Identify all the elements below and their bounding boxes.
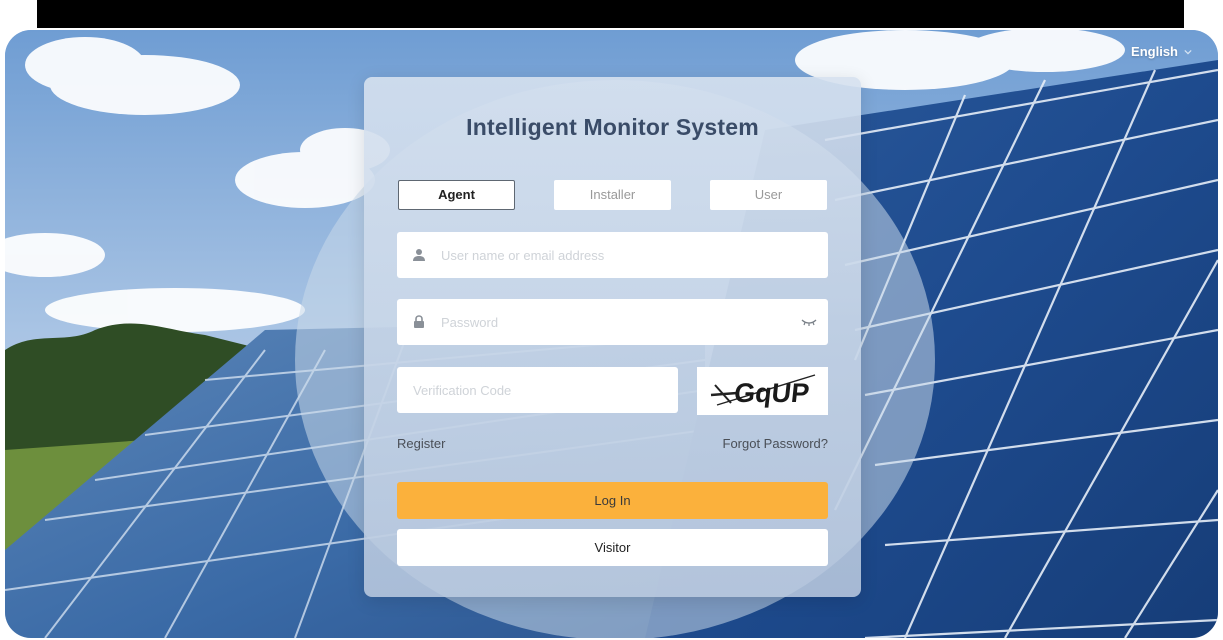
password-field-container — [397, 298, 828, 346]
role-tab-user[interactable]: User — [710, 180, 827, 210]
captcha-graphic: GqUP — [697, 367, 828, 415]
visitor-button[interactable]: Visitor — [397, 529, 828, 566]
captcha-text: GqUP — [733, 377, 811, 408]
verification-code-field — [397, 366, 678, 414]
register-link[interactable]: Register — [397, 436, 445, 451]
login-title: Intelligent Monitor System — [466, 114, 759, 140]
password-input[interactable] — [439, 298, 800, 346]
lock-icon — [412, 315, 426, 329]
role-tab-agent[interactable]: Agent — [398, 180, 515, 210]
login-panel: Intelligent Monitor System Agent Install… — [364, 77, 861, 597]
username-field-container — [397, 231, 828, 279]
chevron-down-icon — [1184, 49, 1192, 54]
eye-closed-icon[interactable] — [800, 316, 818, 328]
username-input[interactable] — [439, 231, 828, 279]
language-selector[interactable]: English — [1131, 44, 1192, 59]
role-tab-installer[interactable]: Installer — [554, 180, 671, 210]
language-label: English — [1131, 44, 1178, 59]
captcha-image[interactable]: GqUP — [697, 367, 828, 415]
top-black-bar — [37, 0, 1184, 28]
user-icon — [412, 248, 426, 262]
login-button[interactable]: Log In — [397, 482, 828, 519]
forgot-password-link[interactable]: Forgot Password? — [723, 436, 829, 451]
login-page: English Intelligent Monitor System Agent… — [5, 30, 1218, 638]
verification-code-input[interactable] — [411, 366, 678, 414]
